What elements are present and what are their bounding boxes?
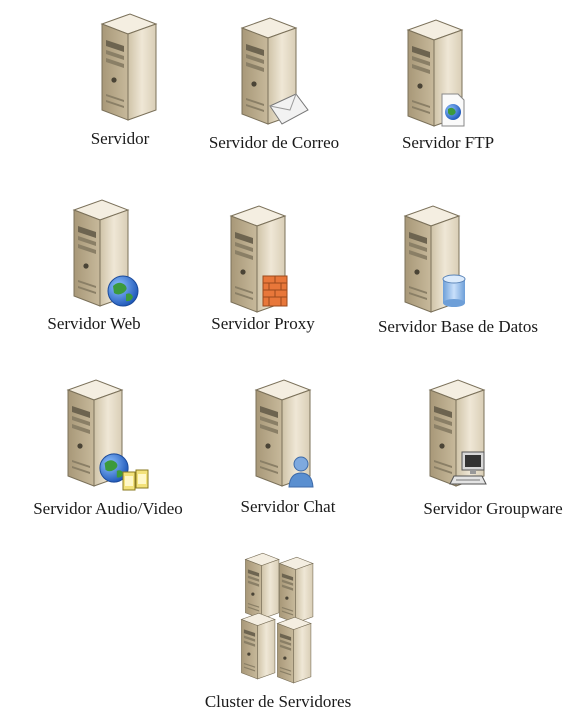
audio-video-server-item[interactable]: Servidor Audio/Video	[10, 378, 210, 518]
web-server-label: Servidor Web	[47, 314, 141, 333]
chat-server-label: Servidor Chat	[240, 497, 336, 516]
document-globe-icon	[438, 92, 468, 128]
globe-icon	[106, 274, 140, 308]
chat-server-item[interactable]: Servidor Chat	[230, 378, 370, 518]
database-server-label: Servidor Base de Datos	[377, 317, 539, 336]
proxy-server-item[interactable]: Servidor Proxy	[195, 198, 335, 338]
user-icon	[286, 454, 316, 488]
ftp-server-label: Servidor FTP	[401, 133, 495, 152]
groupware-server-item[interactable]: Servidor Groupware	[400, 378, 580, 518]
film-icon	[122, 468, 150, 492]
mail-server-label: Servidor de Correo	[208, 133, 340, 152]
database-cylinder-icon	[441, 274, 467, 308]
server-cluster-label: Cluster de Servidores	[204, 692, 352, 711]
server-cluster-item[interactable]: Cluster de Servidores	[180, 552, 380, 712]
groupware-server-label: Servidor Groupware	[423, 499, 563, 518]
server-cluster-icon	[241, 552, 314, 684]
computer-icon	[448, 450, 488, 488]
envelope-icon	[268, 92, 310, 126]
server-item[interactable]: Servidor	[80, 12, 170, 152]
database-server-item[interactable]: Servidor Base de Datos	[355, 198, 570, 338]
firewall-icon	[261, 274, 289, 308]
server-icon	[90, 12, 160, 122]
ftp-server-item[interactable]: Servidor FTP	[388, 12, 518, 152]
audio-video-server-label: Servidor Audio/Video	[33, 499, 183, 518]
web-server-item[interactable]: Servidor Web	[30, 198, 170, 338]
proxy-server-label: Servidor Proxy	[211, 314, 315, 333]
mail-server-item[interactable]: Servidor de Correo	[192, 12, 357, 152]
server-label: Servidor	[90, 129, 150, 148]
